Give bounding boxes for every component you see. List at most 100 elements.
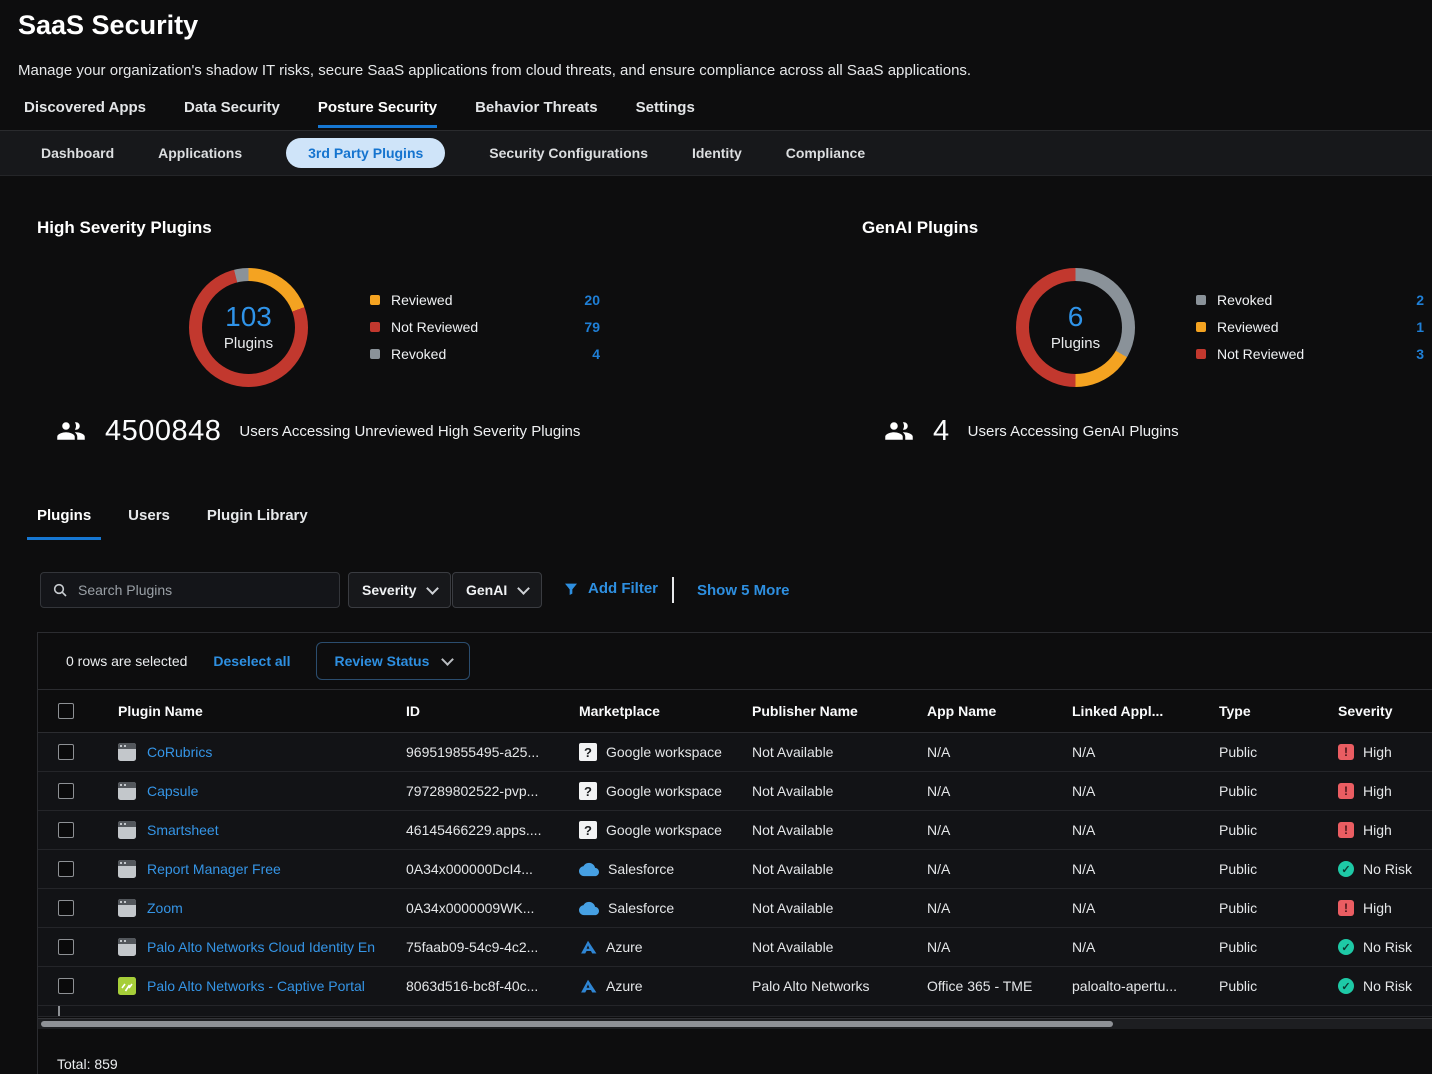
legend-label: Not Reviewed (391, 319, 584, 335)
publisher-name: Not Available (752, 822, 927, 838)
show-more-filters-link[interactable]: Show 5 More (697, 582, 790, 599)
tab-settings[interactable]: Settings (636, 99, 695, 128)
plugin-name-link[interactable]: Zoom (147, 900, 183, 916)
plugin-icon (118, 821, 136, 839)
plugin-icon (118, 782, 136, 800)
legend-value: 3 (1416, 346, 1424, 362)
stat-value: 4500848 (105, 415, 221, 448)
marketplace-name: Salesforce (608, 900, 674, 916)
column-header-severity: Severity (1338, 703, 1432, 719)
tab-data-security[interactable]: Data Security (184, 99, 280, 128)
row-checkbox[interactable] (58, 861, 74, 877)
row-checkbox[interactable] (58, 978, 74, 994)
row-checkbox[interactable] (58, 822, 74, 838)
review-status-label: Review Status (334, 653, 429, 669)
column-header-type: Type (1219, 703, 1338, 719)
plugin-name-link[interactable]: Palo Alto Networks Cloud Identity En (147, 939, 375, 955)
select-all-checkbox[interactable] (58, 703, 74, 719)
content-tab-plugin-library[interactable]: Plugin Library (197, 507, 318, 540)
marketplace-name: Google workspace (606, 744, 722, 760)
legend-swatch (1196, 349, 1206, 359)
legend-swatch (370, 322, 380, 332)
subnav-item-security-configurations[interactable]: Security Configurations (489, 145, 648, 161)
severity-label: High (1363, 900, 1392, 916)
content-tab-users[interactable]: Users (118, 507, 180, 540)
donut-chart: 103Plugins (189, 268, 308, 387)
plugin-name-link[interactable]: Smartsheet (147, 822, 219, 838)
severity-badge: !High (1338, 822, 1432, 838)
column-header-id: ID (406, 703, 579, 719)
plugin-name-link[interactable]: Capsule (147, 783, 198, 799)
search-icon (52, 582, 68, 598)
row-checkbox[interactable] (58, 900, 74, 916)
chevron-down-icon (517, 582, 530, 595)
tab-posture-security[interactable]: Posture Security (318, 99, 437, 128)
severity-badge: ✓No Risk (1338, 861, 1432, 877)
legend-item: Reviewed20 (370, 286, 600, 313)
legend-item: Revoked4 (370, 340, 600, 367)
search-box (40, 572, 340, 608)
deselect-all-link[interactable]: Deselect all (213, 653, 290, 669)
subnav-item-applications[interactable]: Applications (158, 145, 242, 161)
subnav-item-3rd-party-plugins[interactable]: 3rd Party Plugins (286, 138, 445, 168)
table-row: Palo Alto Networks Cloud Identity En75fa… (38, 928, 1432, 967)
column-header-publisher-name: Publisher Name (752, 703, 927, 719)
plugin-name-link[interactable]: CoRubrics (147, 744, 212, 760)
search-input[interactable] (76, 581, 328, 599)
legend-item: Reviewed1 (1196, 313, 1424, 340)
linked-application: N/A (1072, 900, 1219, 916)
legend-swatch (1196, 295, 1206, 305)
plugin-name-cell: Report Manager Free (118, 860, 406, 878)
tab-behavior-threats[interactable]: Behavior Threats (475, 99, 598, 128)
donut-chart: 6Plugins (1016, 268, 1135, 387)
plugin-id: 46145466229.apps.... (406, 822, 579, 838)
high-severity-icon: ! (1338, 744, 1354, 760)
palo-alto-networks-icon (118, 977, 136, 995)
subnav-item-identity[interactable]: Identity (692, 145, 742, 161)
review-status-dropdown[interactable]: Review Status (316, 642, 470, 680)
severity-label: No Risk (1363, 978, 1412, 994)
legend-value: 2 (1416, 292, 1424, 308)
plugin-id: 8063d516-bc8f-40c... (406, 978, 579, 994)
horizontal-scrollbar-thumb[interactable] (41, 1021, 1113, 1027)
genai-filter-dropdown[interactable]: GenAI (452, 572, 542, 608)
table-row: Zoom0A34x0000009WK...SalesforceNot Avail… (38, 889, 1432, 928)
marketplace-name: Google workspace (606, 822, 722, 838)
row-checkbox[interactable] (58, 939, 74, 955)
publisher-name: Not Available (752, 939, 927, 955)
severity-badge: !High (1338, 900, 1432, 916)
stat-label: Users Accessing GenAI Plugins (968, 423, 1179, 440)
subnav-item-dashboard[interactable]: Dashboard (41, 145, 114, 161)
row-checkbox[interactable] (58, 1006, 60, 1017)
plugin-name-cell: Zoom (118, 899, 406, 917)
table-row: CoRubrics969519855495-a25...?Google work… (38, 733, 1432, 772)
plugin-name-link[interactable]: Palo Alto Networks - Captive Portal (147, 978, 365, 994)
plugin-name-link[interactable]: Report Manager Free (147, 861, 281, 877)
table-row: Palo Alto Networks - Captive Portal 8063d… (38, 967, 1432, 1006)
legend-label: Not Reviewed (1217, 346, 1416, 362)
severity-filter-dropdown[interactable]: Severity (348, 572, 451, 608)
row-checkbox[interactable] (58, 783, 74, 799)
plugin-id: 0A34x000000DcI4... (406, 861, 579, 877)
linked-application: N/A (1072, 861, 1219, 877)
subnav-item-compliance[interactable]: Compliance (786, 145, 865, 161)
legend-value: 20 (584, 292, 600, 308)
legend-value: 4 (592, 346, 600, 362)
plugin-name-cell: Smartsheet (118, 821, 406, 839)
marketplace-cell: Azure (579, 939, 752, 956)
section-title: High Severity Plugins (37, 218, 212, 238)
no-risk-icon: ✓ (1338, 861, 1354, 877)
content-tab-plugins[interactable]: Plugins (27, 507, 101, 540)
tab-discovered-apps[interactable]: Discovered Apps (24, 99, 146, 128)
legend-swatch (370, 295, 380, 305)
publisher-name: Not Available (752, 900, 927, 916)
column-header-app-name: App Name (927, 703, 1072, 719)
legend-item: Not Reviewed79 (370, 313, 600, 340)
add-filter-button[interactable]: Add Filter (563, 580, 658, 597)
legend-label: Reviewed (391, 292, 584, 308)
row-checkbox[interactable] (58, 744, 74, 760)
chevron-down-icon (427, 582, 440, 595)
column-header-plugin-name: Plugin Name (118, 703, 406, 719)
publisher-name: Not Available (752, 861, 927, 877)
sub-nav-bar: Dashboard Applications 3rd Party Plugins Se… (0, 131, 1432, 176)
